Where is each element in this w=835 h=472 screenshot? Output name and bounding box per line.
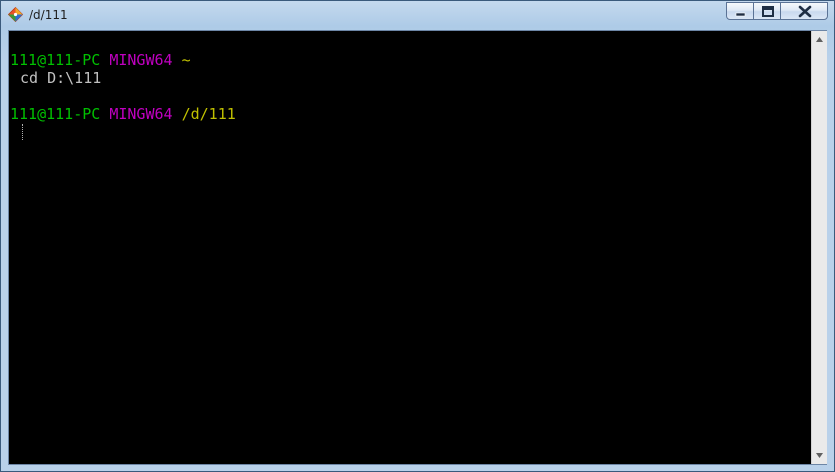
text-cursor: [22, 124, 24, 140]
prompt-system: MINGW64: [109, 105, 173, 123]
prompt-user-host: 111@111-PC: [10, 105, 101, 123]
terminal-output[interactable]: 111@111-PC MINGW64 ~ cd D:\111 111@111-P…: [10, 32, 810, 463]
terminal-window: /d/111 111@111-PC MINGW64 ~ cd D:\111 11…: [0, 0, 835, 472]
title-bar[interactable]: /d/111: [1, 1, 834, 29]
git-bash-icon: [7, 6, 24, 23]
prompt-user-host: 111@111-PC: [10, 51, 101, 69]
scroll-up-button[interactable]: [812, 31, 827, 48]
prompt-line-2: 111@111-PC MINGW64 /d/111: [10, 105, 236, 123]
vertical-scrollbar[interactable]: [811, 31, 827, 464]
window-title: /d/111: [29, 8, 68, 22]
scroll-down-button[interactable]: [812, 447, 827, 464]
arrow-down-icon: [816, 453, 823, 458]
minimize-button[interactable]: [726, 2, 754, 20]
prompt-path: ~: [181, 51, 191, 69]
terminal-viewport[interactable]: 111@111-PC MINGW64 ~ cd D:\111 111@111-P…: [8, 30, 827, 465]
close-button[interactable]: [780, 2, 828, 20]
prompt-path: /d/111: [181, 105, 236, 123]
command-text: cd D:\111: [20, 69, 102, 87]
maximize-button[interactable]: [753, 2, 781, 20]
minimize-icon: [735, 12, 746, 17]
close-icon: [798, 5, 812, 18]
maximize-icon: [762, 6, 774, 17]
prompt-line-1: 111@111-PC MINGW64 ~: [10, 51, 191, 69]
command-line-1: cd D:\111: [20, 69, 101, 87]
prompt-system: MINGW64: [109, 51, 173, 69]
arrow-up-icon: [816, 37, 823, 42]
